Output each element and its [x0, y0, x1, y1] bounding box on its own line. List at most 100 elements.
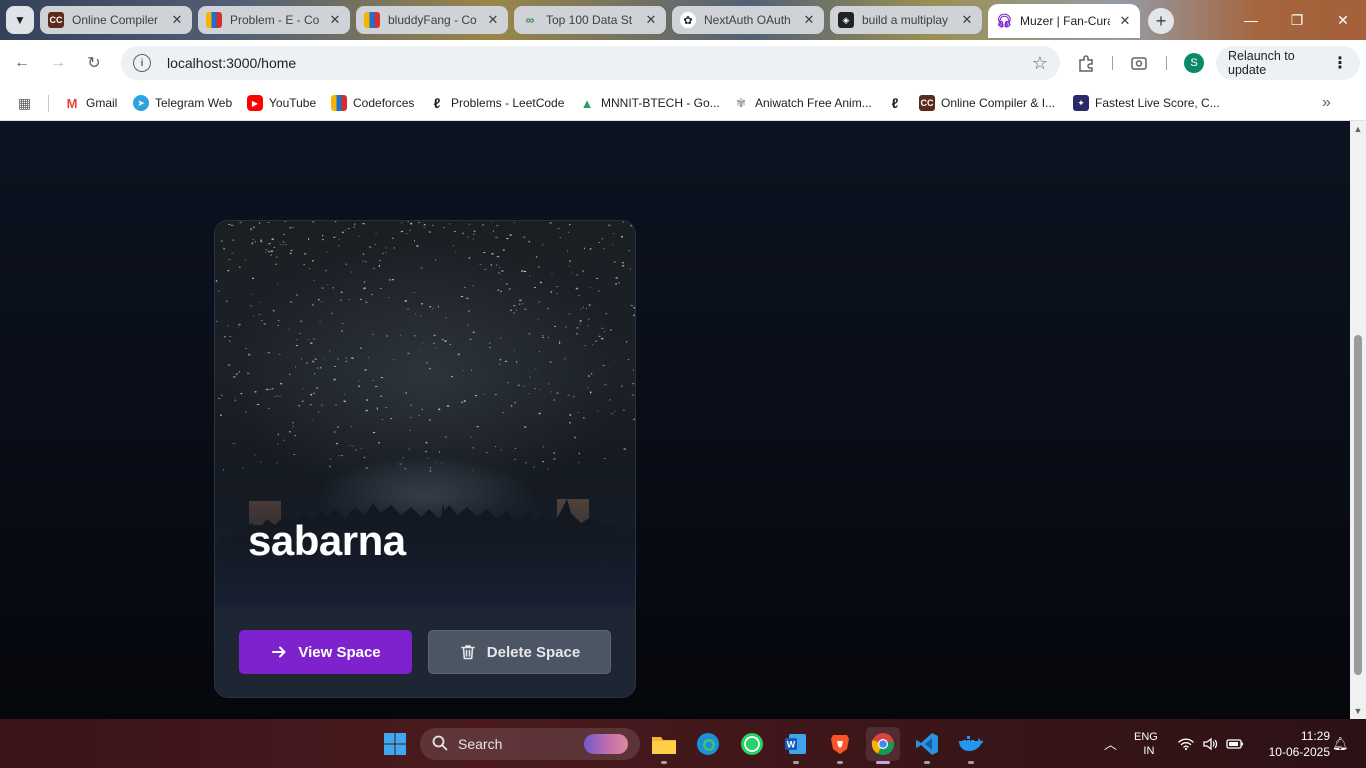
- close-icon[interactable]: ✕: [802, 12, 816, 28]
- bookmark-label: Fastest Live Score, C...: [1095, 96, 1220, 110]
- confetti-speck: [338, 239, 340, 241]
- show-hidden-icons-button[interactable]: ︿: [1104, 719, 1117, 768]
- confetti-speck: [263, 323, 266, 325]
- confetti-speck: [334, 221, 337, 223]
- extensions-icon[interactable]: [1075, 52, 1097, 74]
- close-window-button[interactable]: ✕: [1320, 0, 1366, 40]
- close-icon[interactable]: ✕: [960, 12, 974, 28]
- tab-search-button[interactable]: ▼: [6, 6, 34, 34]
- scroll-down-icon[interactable]: ▼: [1353, 706, 1363, 716]
- tab-nextauth-oauth[interactable]: ✿ NextAuth OAuth ✕: [672, 6, 824, 34]
- confetti-speck: [232, 239, 235, 241]
- vscode-app[interactable]: [910, 727, 944, 764]
- bookmark-telegram[interactable]: ➤ Telegram Web: [133, 93, 232, 113]
- page-scrollbar[interactable]: ▲ ▼: [1350, 121, 1366, 719]
- bookmark-gmail[interactable]: M Gmail: [64, 93, 117, 113]
- leetcode-icon: ℓ: [433, 95, 441, 111]
- close-icon[interactable]: ✕: [328, 12, 342, 28]
- bookmark-mnnit-drive[interactable]: ▲ MNNIT-BTECH - Go...: [579, 93, 720, 113]
- system-tray-status[interactable]: [1178, 719, 1244, 768]
- close-icon[interactable]: ✕: [486, 12, 500, 28]
- taskbar-search[interactable]: Search: [420, 728, 640, 760]
- bookmark-leetcode-2[interactable]: ℓ: [887, 93, 903, 113]
- kebab-menu-icon[interactable]: ⋮: [1332, 53, 1348, 73]
- view-space-button[interactable]: View Space: [239, 630, 412, 674]
- tab-online-compiler[interactable]: CC Online Compiler ✕: [40, 6, 192, 34]
- scroll-up-icon[interactable]: ▲: [1353, 124, 1363, 134]
- confetti-speck: [407, 352, 410, 354]
- notifications-button[interactable]: 🔔︎: [1332, 719, 1349, 768]
- tab-bluddyfang[interactable]: bluddyFang - Co ✕: [356, 6, 508, 34]
- tab-problem-e[interactable]: Problem - E - Co ✕: [198, 6, 350, 34]
- confetti-speck: [633, 418, 635, 420]
- language-indicator[interactable]: ENG IN: [1134, 719, 1158, 768]
- minimize-button[interactable]: —: [1228, 0, 1274, 40]
- toolbar-divider: [1112, 56, 1113, 70]
- tab-muzer-active[interactable]: 🎧︎ Muzer | Fan-Cura ✕: [988, 4, 1140, 38]
- more-bookmarks-button[interactable]: »: [1322, 93, 1331, 113]
- back-button[interactable]: ←: [10, 51, 34, 75]
- chrome-app[interactable]: [866, 727, 900, 764]
- brave-app[interactable]: [823, 727, 857, 764]
- delete-space-button[interactable]: Delete Space: [428, 630, 611, 674]
- confetti-speck: [301, 400, 304, 402]
- confetti-speck: [558, 342, 561, 344]
- apps-button[interactable]: ▦: [18, 93, 31, 113]
- whatsapp-app[interactable]: [735, 727, 769, 761]
- confetti-speck: [630, 305, 633, 306]
- confetti-speck: [333, 236, 336, 238]
- confetti-speck: [627, 359, 630, 361]
- word-app[interactable]: W: [779, 727, 813, 764]
- taskbar-clock[interactable]: 11:29 10-06-2025: [1256, 728, 1330, 760]
- edge-app[interactable]: [691, 727, 725, 761]
- tab-top-100-data-structures[interactable]: ∞ Top 100 Data St ✕: [514, 6, 666, 34]
- scrollbar-thumb[interactable]: [1354, 335, 1362, 675]
- confetti-speck: [312, 260, 314, 262]
- confetti-speck: [529, 275, 531, 277]
- bookmark-youtube[interactable]: ▶ YouTube: [247, 93, 316, 113]
- confetti-speck: [318, 298, 320, 301]
- search-placeholder: Search: [458, 736, 503, 752]
- confetti-speck: [316, 387, 319, 389]
- close-icon[interactable]: ✕: [1118, 13, 1132, 29]
- bookmark-label: Codeforces: [353, 96, 415, 110]
- confetti-speck: [231, 252, 234, 254]
- confetti-speck: [421, 408, 423, 410]
- bookmark-cricbuzz[interactable]: ✦ Fastest Live Score, C...: [1073, 93, 1220, 113]
- docker-app[interactable]: [954, 727, 988, 764]
- bookmark-codeforces[interactable]: Codeforces: [331, 93, 414, 113]
- close-icon[interactable]: ✕: [644, 12, 658, 28]
- confetti-speck: [375, 386, 378, 387]
- forward-button[interactable]: →: [46, 51, 70, 75]
- file-explorer-app[interactable]: [647, 727, 681, 764]
- close-icon[interactable]: ✕: [170, 12, 184, 28]
- confetti-speck: [622, 409, 625, 411]
- url-text[interactable]: localhost:3000/home: [167, 55, 296, 71]
- star-icon[interactable]: ☆: [1032, 53, 1048, 74]
- profile-avatar[interactable]: S: [1184, 53, 1204, 73]
- info-icon[interactable]: i: [133, 54, 151, 72]
- screenshot-icon[interactable]: [1128, 52, 1150, 74]
- confetti-speck: [363, 281, 365, 283]
- bookmark-aniwatch[interactable]: ✾ Aniwatch Free Anim...: [733, 93, 872, 113]
- start-button[interactable]: [378, 727, 412, 761]
- tab-build-a-multiplayer[interactable]: ◈ build a multiplay ✕: [830, 6, 982, 34]
- bookmark-online-compiler[interactable]: CC Online Compiler & I...: [919, 93, 1055, 113]
- search-highlight-icon: [584, 734, 628, 754]
- relaunch-button[interactable]: Relaunch to update ⋮: [1216, 46, 1360, 80]
- address-bar[interactable]: i localhost:3000/home ☆: [121, 46, 1060, 80]
- confetti-speck: [489, 342, 491, 344]
- restore-button[interactable]: ❐: [1274, 0, 1320, 40]
- confetti-speck: [310, 393, 313, 396]
- bookmark-leetcode[interactable]: ℓ Problems - LeetCode: [429, 93, 565, 113]
- confetti-speck: [504, 360, 507, 362]
- new-tab-button[interactable]: +: [1148, 8, 1174, 34]
- confetti-speck: [494, 394, 497, 395]
- confetti-speck: [502, 249, 505, 251]
- confetti-speck: [271, 387, 274, 390]
- reload-button[interactable]: ↻: [82, 51, 106, 75]
- confetti-speck: [313, 338, 315, 340]
- confetti-speck: [229, 336, 232, 337]
- confetti-speck: [301, 358, 302, 360]
- google-drive-icon: ▲: [580, 95, 594, 111]
